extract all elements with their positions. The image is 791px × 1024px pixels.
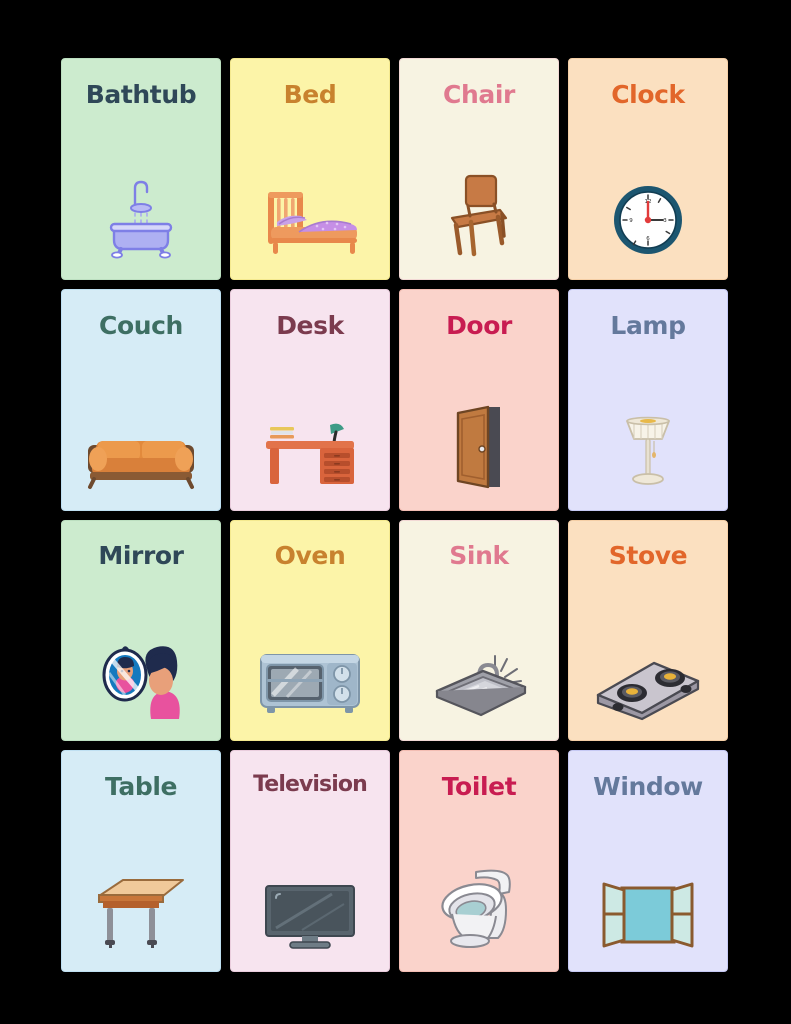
toilet-icon [400,869,558,950]
flashcard-label: Bathtub [85,79,197,109]
television-icon [231,875,389,950]
flashcard-clock[interactable]: Clock 123 69 [568,58,728,280]
flashcard-label: Door [446,310,512,340]
bed-icon [231,183,389,258]
flashcard-bed[interactable]: Bed [230,58,390,280]
table-icon [62,875,220,950]
stove-icon [569,645,727,721]
window-icon [569,875,727,950]
lamp-icon [569,414,727,489]
flashcard-stove[interactable]: Stove [568,519,728,742]
flashcard-label: Oven [274,541,346,571]
flashcard-label: Mirror [98,541,184,571]
flashcard-label: Clock [611,79,685,109]
flashcard-label: Couch [99,310,183,340]
flashcard-lamp[interactable]: Lamp [568,288,728,511]
flashcard-label: Bed [283,79,337,109]
flashcard-grid: Bathtub Bed Chair Clock 3 6 9 Couch Desk… [61,58,728,972]
flashcard-label: Window [593,772,703,802]
desk-icon [231,414,389,489]
clock-icon: 123 69 [569,183,727,258]
mirror-icon [62,645,220,720]
flashcard-label: Table [104,772,178,802]
svg-text:9: 9 [629,218,633,224]
door-icon [400,405,558,489]
flashcard-couch[interactable]: Couch [61,288,221,511]
flashcard-chair[interactable]: Chair [399,58,559,280]
chair-icon [400,174,558,258]
bathtub-icon [62,180,220,259]
svg-text:6: 6 [646,236,650,242]
flashcard-label: Chair [443,79,515,109]
oven-icon [231,645,389,720]
flashcard-television[interactable]: Television [230,750,390,972]
flashcard-mirror[interactable]: Mirror [61,519,221,742]
flashcard-label: Desk [276,310,344,340]
flashcard-window[interactable]: Window [568,750,728,972]
flashcard-label: Toilet [441,772,517,802]
flashcard-bathtub[interactable]: Bathtub [61,58,221,280]
flashcard-label: Stove [608,541,688,571]
flashcard-sink[interactable]: Sink [399,519,559,742]
flashcard-toilet[interactable]: Toilet [399,750,559,972]
flashcard-door[interactable]: Door [399,288,559,511]
svg-text:3: 3 [663,218,667,224]
couch-icon [62,414,220,489]
flashcard-oven[interactable]: Oven [230,519,390,742]
flashcard-label: Lamp [610,310,686,340]
flashcard-label: Sink [449,541,509,571]
flashcard-label: Television [253,772,368,798]
sink-icon [400,645,558,720]
flashcard-table[interactable]: Table [61,750,221,972]
flashcard-desk[interactable]: Desk [230,288,390,511]
